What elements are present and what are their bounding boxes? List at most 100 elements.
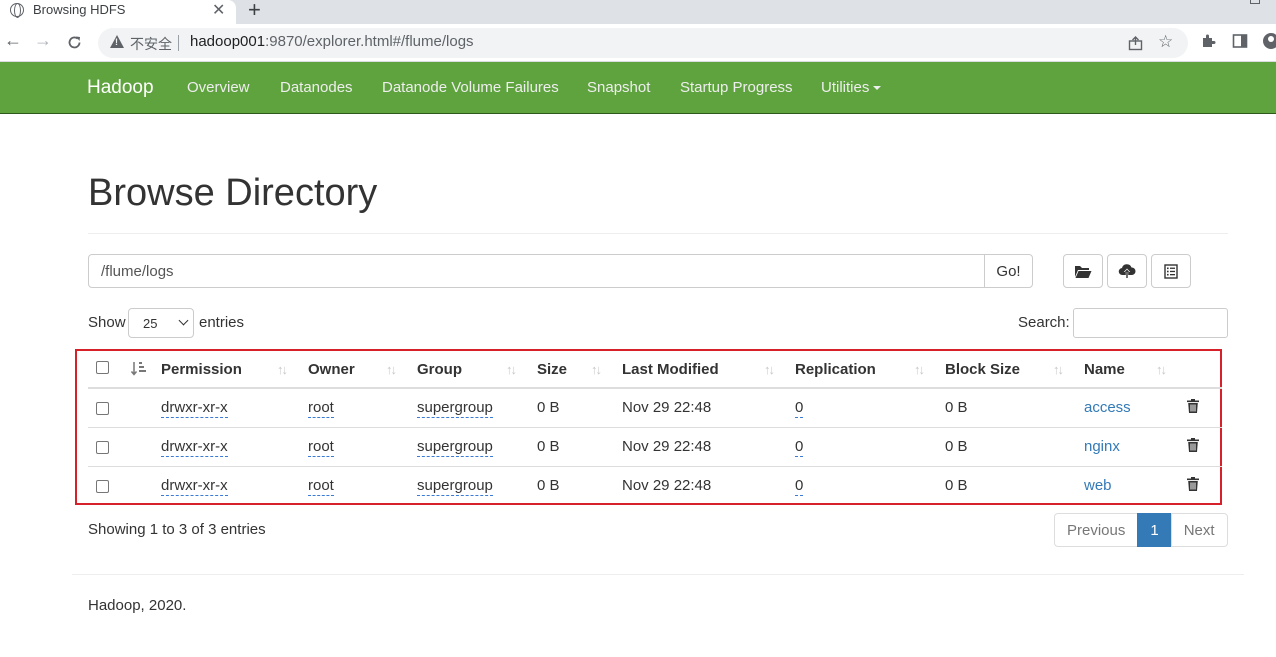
header-size[interactable]: Size [537,361,567,378]
nav-overview[interactable]: Overview [187,79,250,96]
cell-owner[interactable]: root [308,438,334,457]
nav-startup-progress[interactable]: Startup Progress [680,79,793,96]
cell-group[interactable]: supergroup [417,477,493,496]
folder-open-icon [1075,265,1092,278]
cell-name-link[interactable]: web [1084,477,1112,494]
bookmark-star-icon[interactable]: ☆ [1158,32,1173,52]
sort-icon[interactable]: ↑↓ [1156,362,1167,377]
cell-block-size: 0 B [945,399,968,416]
browser-toolbar: ← → 不安全 hadoop001:9870/explorer.html#/fl… [0,24,1276,62]
list-alt-icon [1164,263,1178,279]
row-checkbox[interactable] [96,480,109,493]
cell-replication[interactable]: 0 [795,399,804,418]
cell-last-modified: Nov 29 22:48 [622,477,712,494]
url-path: :9870/explorer.html#/flume/logs [265,33,474,50]
nav-utilities-dropdown[interactable]: Utilities [821,79,882,96]
cell-replication[interactable]: 0 [795,477,804,496]
cell-owner[interactable]: root [308,399,334,418]
caret-down-icon [873,86,882,91]
cell-group[interactable]: supergroup [417,438,493,457]
cell-permission[interactable]: drwxr-xr-x [161,438,228,457]
back-arrow-icon[interactable]: ← [4,30,22,51]
showing-entries-info: Showing 1 to 3 of 3 entries [88,521,266,538]
sort-icon[interactable]: ↑↓ [764,362,775,377]
cell-size: 0 B [537,399,560,416]
nav-utilities-label: Utilities [821,79,870,96]
omnibox-divider [178,35,179,51]
upload-files-button[interactable] [1107,254,1147,288]
window-control-icon[interactable] [1250,0,1260,4]
share-icon[interactable] [1128,36,1143,51]
cell-size: 0 B [537,477,560,494]
row-checkbox[interactable] [96,402,109,415]
forward-arrow-icon[interactable]: → [34,30,52,51]
tab-close-icon[interactable]: ✕ [212,0,225,20]
sort-icon[interactable]: ↑↓ [386,362,397,377]
directory-path-input[interactable] [88,254,985,288]
new-tab-button[interactable]: + [248,0,261,23]
trash-icon[interactable] [1187,438,1199,452]
insecure-label[interactable]: 不安全 [130,34,172,54]
cell-name-link[interactable]: access [1084,399,1131,416]
header-block-size[interactable]: Block Size [945,361,1020,378]
header-group[interactable]: Group [417,361,462,378]
cell-owner[interactable]: root [308,477,334,496]
header-owner[interactable]: Owner [308,361,355,378]
entries-per-page-select[interactable]: 25 [128,308,194,338]
cell-last-modified: Nov 29 22:48 [622,438,712,455]
show-label: Show [88,314,126,331]
sort-icon[interactable]: ↑↓ [914,362,925,377]
sort-by-attribute-icon[interactable] [131,361,147,376]
sort-icon[interactable]: ↑↓ [506,362,517,377]
create-directory-button[interactable] [1063,254,1103,288]
table-row: drwxr-xr-x root supergroup 0 B Nov 29 22… [88,428,1222,467]
trash-icon[interactable] [1187,477,1199,491]
profile-avatar-icon[interactable] [1262,32,1276,50]
table-header-row: Permission ↑↓ Owner ↑↓ Group ↑↓ Size ↑↓ … [88,352,1222,389]
pagination: Previous 1 Next [1054,513,1228,547]
globe-icon [10,3,24,18]
sort-icon[interactable]: ↑↓ [591,362,602,377]
cell-group[interactable]: supergroup [417,399,493,418]
row-checkbox[interactable] [96,441,109,454]
trash-icon[interactable] [1187,399,1199,413]
search-label: Search: [1018,314,1070,331]
side-panel-icon[interactable] [1232,33,1248,49]
browser-tabstrip: Browsing HDFS ✕ + [0,0,1276,24]
header-name[interactable]: Name [1084,361,1125,378]
next-page-button[interactable]: Next [1170,513,1228,547]
table-row: drwxr-xr-x root supergroup 0 B Nov 29 22… [88,467,1222,506]
go-button[interactable]: Go! [984,254,1033,288]
reload-icon[interactable] [66,34,83,51]
header-last-modified[interactable]: Last Modified [622,361,719,378]
tab-title: Browsing HDFS [33,2,126,17]
url-text[interactable]: hadoop001:9870/explorer.html#/flume/logs [190,33,474,50]
cell-block-size: 0 B [945,477,968,494]
nav-datanodes[interactable]: Datanodes [280,79,353,96]
select-all-checkbox[interactable] [96,361,109,374]
search-input[interactable] [1073,308,1228,338]
cell-size: 0 B [537,438,560,455]
sort-icon[interactable]: ↑↓ [1053,362,1064,377]
cell-replication[interactable]: 0 [795,438,804,457]
browser-tab[interactable]: Browsing HDFS ✕ [0,0,236,24]
extensions-icon[interactable] [1200,33,1216,49]
previous-page-button[interactable]: Previous [1054,513,1139,547]
cell-permission[interactable]: drwxr-xr-x [161,477,228,496]
cell-name-link[interactable]: nginx [1084,438,1120,455]
cut-paste-button[interactable] [1151,254,1191,288]
table-row: drwxr-xr-x root supergroup 0 B Nov 29 22… [88,389,1222,428]
warning-icon [110,35,124,48]
entries-label: entries [199,314,245,331]
address-bar[interactable]: 不安全 hadoop001:9870/explorer.html#/flume/… [98,28,1188,58]
nav-datanode-volume-failures[interactable]: Datanode Volume Failures [382,79,559,96]
title-divider [88,233,1228,234]
sort-icon[interactable]: ↑↓ [277,362,288,377]
cell-permission[interactable]: drwxr-xr-x [161,399,228,418]
header-replication[interactable]: Replication [795,361,876,378]
navbar-brand[interactable]: Hadoop [87,77,154,99]
footer-text: Hadoop, 2020. [88,597,187,614]
page-1-button[interactable]: 1 [1137,513,1172,547]
nav-snapshot[interactable]: Snapshot [587,79,650,96]
header-permission[interactable]: Permission [161,361,242,378]
